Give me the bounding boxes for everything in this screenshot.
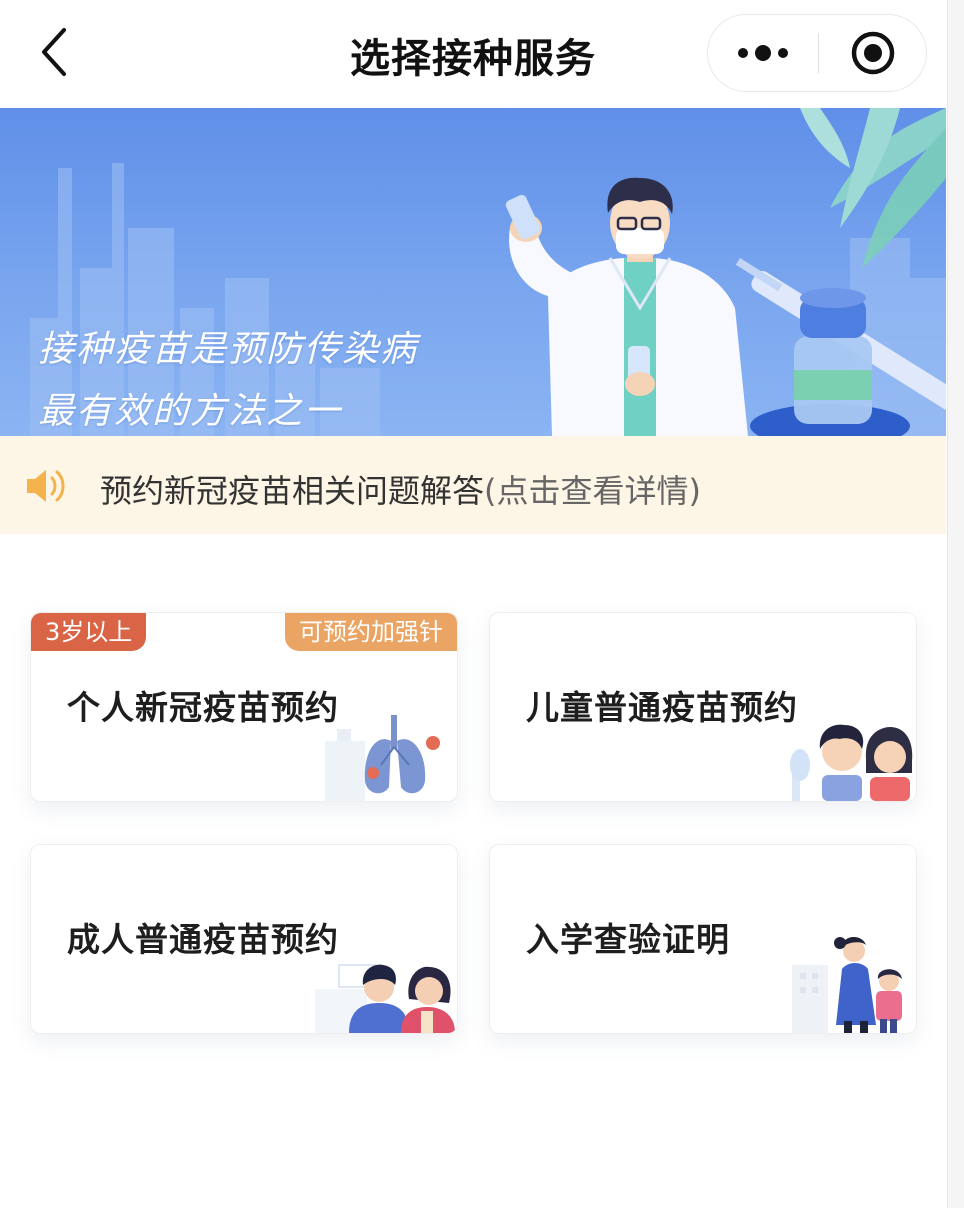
target-circle-icon <box>851 31 895 75</box>
speaker-icon <box>27 470 65 502</box>
banner-slogan-line2: 最有效的方法之一 <box>38 391 343 432</box>
mini-program-capsule <box>707 14 927 92</box>
lungs-illustration-icon <box>325 715 440 801</box>
more-dots-icon <box>738 45 788 61</box>
service-card-adult[interactable]: 成人普通疫苗预约 <box>30 844 458 1034</box>
nav-header: 选择接种服务 <box>0 0 946 108</box>
age-badge: 3岁以上 <box>31 613 147 651</box>
children-illustration-icon <box>790 724 913 801</box>
banner-slogan-line1: 接种疫苗是预防传染病 <box>38 329 419 370</box>
service-card-school-proof[interactable]: 入学查验证明 <box>489 844 917 1034</box>
mother-child-illustration-icon <box>792 936 902 1033</box>
vaccine-banner[interactable]: 接种疫苗是预防传染病 最有效的方法之一 <box>0 108 946 436</box>
close-button[interactable] <box>819 15 927 91</box>
service-card-children[interactable]: 儿童普通疫苗预约 <box>489 612 917 802</box>
notice-detail-hint: (点击查看详情) <box>484 472 701 510</box>
service-title: 成人普通疫苗预约 <box>67 920 339 959</box>
service-title: 个人新冠疫苗预约 <box>67 688 339 727</box>
faq-notice-bar[interactable]: 预约新冠疫苗相关问题解答(点击查看详情) <box>0 436 946 534</box>
adults-illustration-icon <box>315 964 455 1033</box>
notice-text-wrap: 预约新冠疫苗相关问题解答(点击查看详情) <box>100 466 701 512</box>
window-edge <box>947 0 964 1208</box>
service-title: 儿童普通疫苗预约 <box>526 688 798 727</box>
service-title: 入学查验证明 <box>526 920 730 959</box>
booster-badge: 可预约加强针 <box>285 613 457 651</box>
more-button[interactable] <box>708 15 818 91</box>
service-card-covid[interactable]: 3岁以上 可预约加强针 个人新冠疫苗预约 <box>30 612 458 802</box>
notice-text: 预约新冠疫苗相关问题解答 <box>100 472 485 510</box>
